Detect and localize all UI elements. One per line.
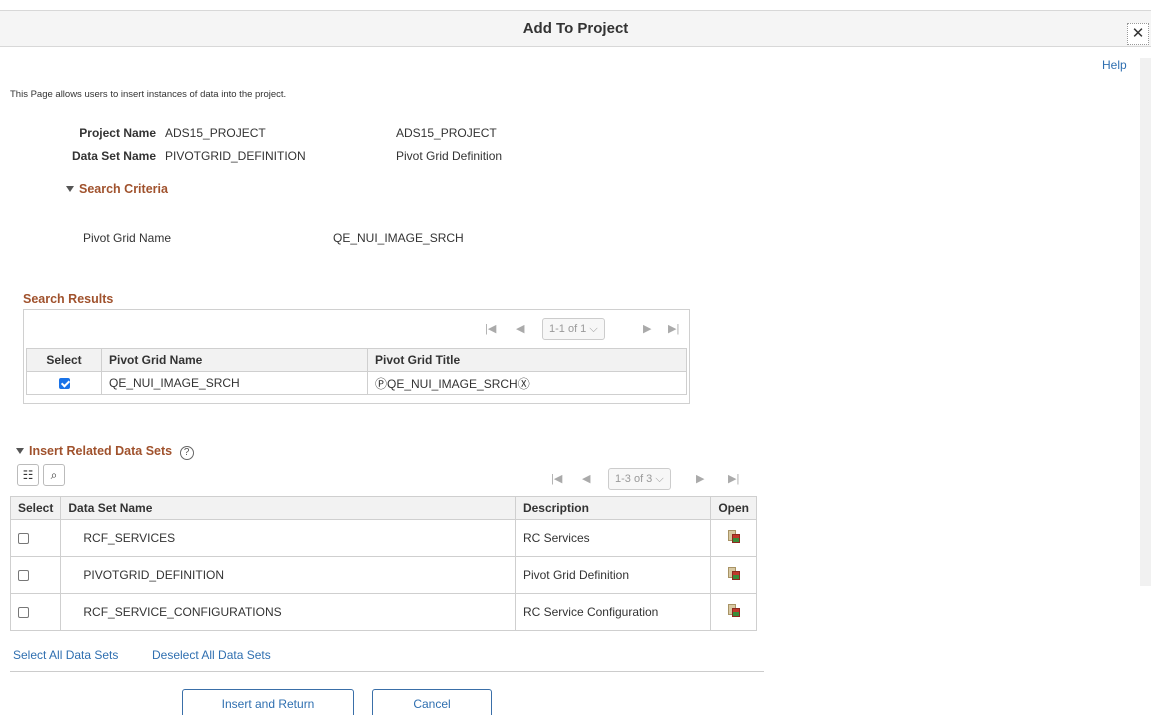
footer-divider: [10, 671, 764, 672]
last-page-icon[interactable]: ▶|: [728, 472, 739, 485]
data-set-name-label: Data Set Name: [71, 149, 156, 163]
table-row: QE_NUI_IMAGE_SRCH ⓅQE_NUI_IMAGE_SRCHⓍ: [26, 371, 687, 395]
grid-settings-icon: ☷: [22, 468, 34, 482]
row-data-set-name: RCF_SERVICES: [60, 519, 516, 557]
row-open-cell[interactable]: [710, 519, 757, 557]
grid-find-button[interactable]: ⌕: [43, 464, 65, 486]
next-page-icon[interactable]: ▶: [643, 322, 651, 335]
row-description: RC Services: [514, 519, 712, 557]
pivot-grid-name-value: QE_NUI_IMAGE_SRCH: [333, 231, 464, 245]
row-select-cell[interactable]: [26, 371, 102, 395]
row-description: Pivot Grid Definition: [514, 556, 712, 594]
collapse-triangle-icon: [66, 186, 74, 192]
data-set-description: Pivot Grid Definition: [396, 149, 503, 163]
search-results-header: Search Results: [23, 292, 114, 306]
project-name-label: Project Name: [79, 126, 156, 140]
row-pivot-grid-title: ⓅQE_NUI_IMAGE_SRCHⓍ: [367, 371, 687, 395]
page-select[interactable]: 1-1 of 1 ⌵: [542, 318, 605, 340]
row-select-checkbox[interactable]: [18, 607, 29, 619]
row-select-checkbox[interactable]: [18, 533, 29, 545]
search-criteria-toggle[interactable]: Search Criteria: [66, 182, 168, 196]
row-select-cell[interactable]: [9, 556, 62, 594]
project-name-description: ADS15_PROJECT: [396, 126, 497, 140]
previous-page-icon[interactable]: ◀: [516, 322, 524, 335]
data-set-name-value: PIVOTGRID_DEFINITION: [165, 149, 306, 163]
open-document-icon[interactable]: [727, 530, 740, 543]
dialog-titlebar: Add To Project: [0, 10, 1151, 47]
next-page-icon[interactable]: ▶: [696, 472, 704, 485]
col-open-header: Open: [710, 496, 757, 520]
pivot-grid-name-label: Pivot Grid Name: [83, 231, 172, 245]
row-data-set-name: RCF_SERVICE_CONFIGURATIONS: [60, 593, 516, 631]
page-select-label: 1-1 of 1: [549, 323, 587, 335]
search-results-table: Select Pivot Grid Name Pivot Grid Title …: [26, 348, 687, 395]
close-icon: ✕: [1131, 25, 1145, 42]
col-select-header: Select: [9, 496, 62, 520]
row-select-checkbox[interactable]: [58, 378, 70, 390]
row-data-set-name: PIVOTGRID_DEFINITION: [60, 556, 516, 594]
row-select-cell[interactable]: [9, 593, 62, 631]
help-icon[interactable]: ?: [179, 446, 194, 460]
col-pivot-grid-name-header: Pivot Grid Name: [101, 348, 368, 372]
col-data-set-name-header: Data Set Name: [60, 496, 516, 520]
related-data-sets-table: Select Data Set Name Description Open RC…: [9, 496, 757, 631]
related-data-sets-toggle[interactable]: Insert Related Data Sets ?: [16, 444, 194, 460]
scrollbar-end-mark: [1140, 58, 1151, 586]
select-all-data-sets-link[interactable]: Select All Data Sets: [13, 648, 118, 662]
related-data-sets-pager: |◀ ◀ 1-3 of 3 ⌵ ▶ ▶|: [546, 468, 756, 492]
row-open-cell[interactable]: [710, 556, 757, 594]
first-page-icon[interactable]: |◀: [551, 472, 562, 485]
col-select-header: Select: [26, 348, 102, 372]
search-results-pager: |◀ ◀ 1-1 of 1 ⌵ ▶ ▶|: [480, 318, 690, 342]
col-pivot-grid-title-header: Pivot Grid Title: [367, 348, 687, 372]
row-select-checkbox[interactable]: [18, 570, 29, 582]
collapse-triangle-icon: [16, 448, 24, 454]
page-select[interactable]: 1-3 of 3 ⌵: [608, 468, 671, 490]
table-row: RCF_SERVICES RC Services: [9, 519, 757, 557]
open-document-icon[interactable]: [727, 567, 740, 580]
table-row: PIVOTGRID_DEFINITION Pivot Grid Definiti…: [9, 556, 757, 594]
first-page-icon[interactable]: |◀: [485, 322, 496, 335]
search-icon: ⌕: [50, 468, 58, 482]
chevron-down-icon: ⌵: [655, 473, 664, 485]
open-document-icon[interactable]: [727, 604, 740, 617]
deselect-all-data-sets-link[interactable]: Deselect All Data Sets: [152, 648, 271, 662]
close-button[interactable]: ✕: [1127, 23, 1149, 45]
related-data-sets-header: Insert Related Data Sets: [29, 444, 173, 458]
last-page-icon[interactable]: ▶|: [668, 322, 679, 335]
col-description-header: Description: [514, 496, 712, 520]
project-name-value: ADS15_PROJECT: [165, 126, 266, 140]
help-link[interactable]: Help: [1102, 58, 1127, 72]
grid-personalize-button[interactable]: ☷: [17, 464, 39, 486]
insert-and-return-button[interactable]: Insert and Return: [182, 689, 354, 715]
row-open-cell[interactable]: [710, 593, 757, 631]
row-description: RC Service Configuration: [514, 593, 712, 631]
cancel-button[interactable]: Cancel: [372, 689, 492, 715]
row-pivot-grid-name: QE_NUI_IMAGE_SRCH: [101, 371, 368, 395]
dialog-title: Add To Project: [522, 20, 629, 37]
page-select-label: 1-3 of 3: [615, 473, 653, 485]
table-row: RCF_SERVICE_CONFIGURATIONS RC Service Co…: [9, 593, 757, 631]
chevron-down-icon: ⌵: [589, 323, 598, 335]
page-instructions: This Page allows users to insert instanc…: [10, 89, 287, 100]
row-select-cell[interactable]: [9, 519, 62, 557]
previous-page-icon[interactable]: ◀: [582, 472, 590, 485]
search-criteria-header: Search Criteria: [79, 182, 168, 196]
